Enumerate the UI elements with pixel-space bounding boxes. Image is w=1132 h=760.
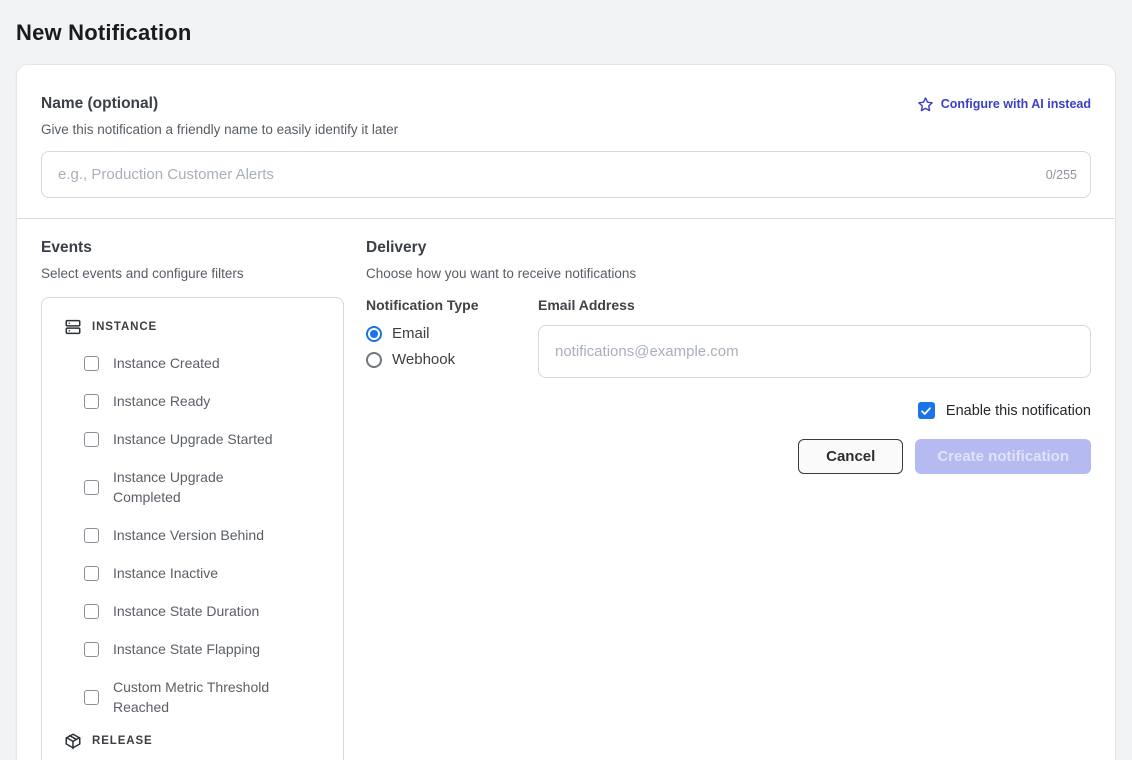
event-group-label: INSTANCE — [92, 321, 157, 333]
event-checkbox[interactable] — [84, 528, 99, 543]
notification-type-label: Notification Type — [366, 297, 538, 313]
events-subtitle: Select events and configure filters — [41, 266, 344, 281]
event-row: Instance Upgrade Started — [42, 420, 343, 458]
event-checkbox[interactable] — [84, 604, 99, 619]
event-group-label: RELEASE — [92, 735, 153, 747]
event-group-header: INSTANCE — [42, 312, 343, 344]
configure-with-ai-label: Configure with AI instead — [941, 97, 1091, 111]
radio-label: Webhook — [392, 351, 455, 368]
event-label: Instance Version Behind — [113, 525, 264, 545]
event-row: Instance Version Behind — [42, 516, 343, 554]
event-row: Instance State Duration — [42, 592, 343, 630]
char-counter: 0/255 — [1046, 168, 1077, 182]
delivery-subtitle: Choose how you want to receive notificat… — [366, 266, 1091, 281]
event-row: Instance Ready — [42, 382, 343, 420]
event-checkbox[interactable] — [84, 432, 99, 447]
event-label: Instance Inactive — [113, 563, 218, 583]
event-checkbox[interactable] — [84, 566, 99, 581]
delivery-column: Delivery Choose how you want to receive … — [366, 239, 1091, 760]
event-label: Custom Metric Threshold Reached — [113, 677, 285, 717]
notification-type-option[interactable]: Email — [366, 325, 538, 342]
event-label: Instance Created — [113, 353, 220, 373]
server-icon — [64, 318, 82, 336]
radio-icon — [366, 326, 382, 342]
configure-with-ai-link[interactable]: Configure with AI instead — [917, 96, 1091, 113]
notification-type-option[interactable]: Webhook — [366, 351, 538, 368]
event-row: Instance Created — [42, 344, 343, 382]
name-section-description: Give this notification a friendly name t… — [41, 122, 1091, 137]
event-label: Instance Ready — [113, 391, 210, 411]
star-icon — [917, 96, 934, 113]
event-row: Instance Inactive — [42, 554, 343, 592]
event-checkbox[interactable] — [84, 394, 99, 409]
events-list: INSTANCE Instance Created Instance Ready In… — [41, 297, 344, 760]
new-notification-card: Name (optional) Configure with AI instea… — [16, 64, 1116, 760]
enable-notification-checkbox[interactable] — [918, 402, 935, 419]
event-row: Instance Upgrade Completed — [42, 458, 343, 516]
event-label: Instance Upgrade Completed — [113, 467, 285, 507]
event-group-header: RELEASE — [42, 726, 343, 758]
event-checkbox[interactable] — [84, 690, 99, 705]
enable-notification-label: Enable this notification — [946, 403, 1091, 419]
cancel-button[interactable]: Cancel — [798, 439, 903, 474]
checkmark-icon — [920, 405, 932, 417]
name-section: Name (optional) Configure with AI instea… — [17, 65, 1115, 218]
event-row: Custom Metric Threshold Reached — [42, 668, 343, 726]
radio-icon — [366, 352, 382, 368]
event-checkbox[interactable] — [84, 356, 99, 371]
package-icon — [64, 732, 82, 750]
event-label: Instance Upgrade Started — [113, 429, 273, 449]
name-section-title: Name (optional) — [41, 95, 158, 113]
events-title: Events — [41, 239, 344, 257]
email-address-input[interactable] — [538, 325, 1091, 378]
delivery-title: Delivery — [366, 239, 1091, 257]
page-title: New Notification — [16, 20, 1116, 46]
event-checkbox[interactable] — [84, 480, 99, 495]
email-address-label: Email Address — [538, 297, 1091, 313]
create-notification-button[interactable]: Create notification — [915, 439, 1091, 474]
radio-label: Email — [392, 325, 430, 342]
notification-type-radio-group: Email Webhook — [366, 325, 538, 368]
event-label: Instance State Duration — [113, 601, 259, 621]
event-row: Instance State Flapping — [42, 630, 343, 668]
name-input[interactable] — [41, 151, 1091, 198]
event-label: Instance State Flapping — [113, 639, 260, 659]
page-header: New Notification — [0, 0, 1132, 64]
event-checkbox[interactable] — [84, 642, 99, 657]
events-column: Events Select events and configure filte… — [41, 239, 344, 760]
